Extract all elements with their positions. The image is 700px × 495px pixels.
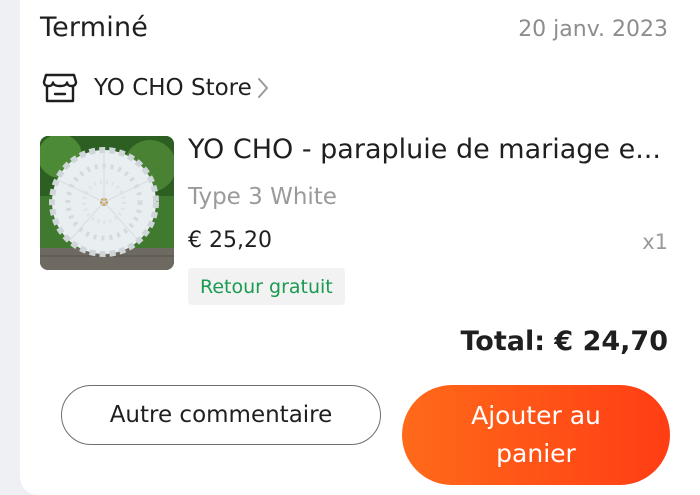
order-date: 20 janv. 2023 (518, 17, 668, 42)
other-comment-button[interactable]: Autre commentaire (61, 385, 381, 445)
product-variant: Type 3 White (188, 184, 337, 210)
order-status: Terminé (40, 12, 149, 43)
product-quantity: x1 (642, 230, 668, 254)
chevron-right-icon (257, 78, 268, 98)
store-link[interactable]: YO CHO Store (40, 68, 270, 108)
order-card[interactable]: Terminé 20 janv. 2023 YO CHO Store YO CH… (20, 0, 700, 495)
store-icon (40, 68, 80, 108)
add-to-cart-button[interactable]: Ajouter au panier (402, 385, 670, 485)
free-return-badge: Retour gratuit (188, 268, 345, 305)
product-title[interactable]: YO CHO - parapluie de mariage e... (188, 134, 688, 165)
order-total: Total: € 24,70 (460, 326, 668, 357)
product-price: € 25,20 (188, 228, 272, 253)
product-thumbnail[interactable] (40, 136, 174, 270)
store-name: YO CHO Store (94, 75, 252, 101)
